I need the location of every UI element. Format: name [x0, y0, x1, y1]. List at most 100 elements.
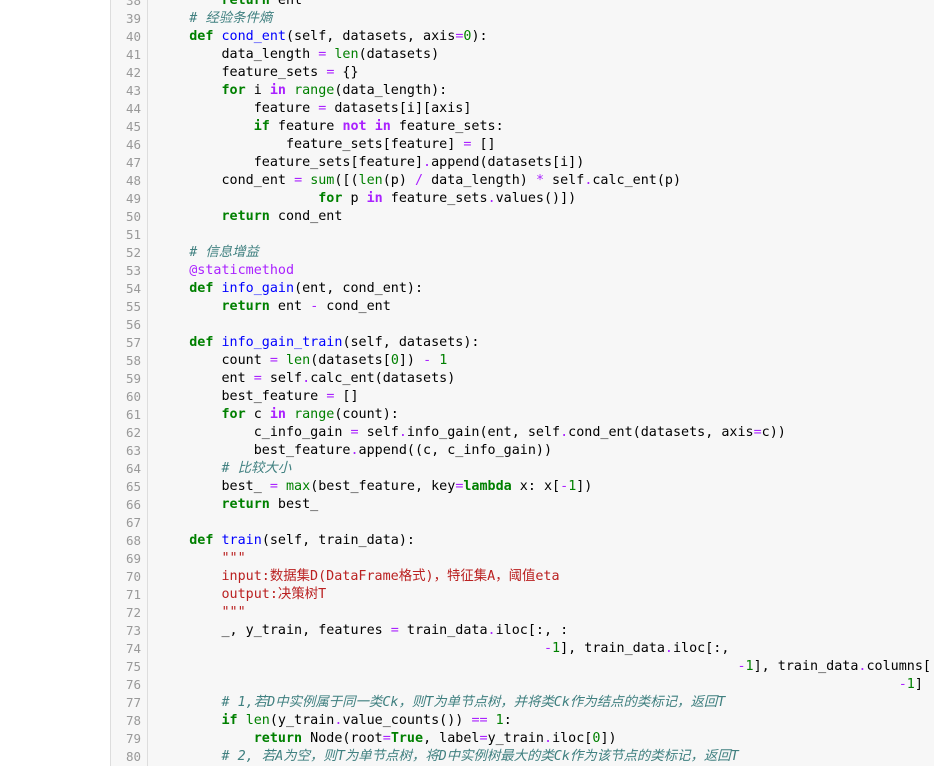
code-token: . [560, 425, 569, 440]
code-text: return cond_ent [157, 208, 343, 226]
code-line[interactable]: 76 -1] [111, 676, 934, 694]
code-line[interactable]: 61 for c in range(count): [111, 406, 934, 424]
code-token: data_length [157, 47, 319, 62]
code-line[interactable]: 40 def cond_ent(self, datasets, axis=0): [111, 28, 934, 46]
code-token: . [544, 731, 553, 746]
line-number: 79 [125, 731, 141, 746]
code-line[interactable]: 46 feature_sets[feature] = [] [111, 136, 934, 154]
code-line[interactable]: 60 best_feature = [] [111, 388, 934, 406]
code-line[interactable]: 52 # 信息增益 [111, 244, 934, 262]
code-line[interactable]: 67 [111, 514, 934, 532]
code-line[interactable]: 54 def info_gain(ent, cond_ent): [111, 280, 934, 298]
notebook-page: 38 return ent 39 # 经验条件熵 40 def cond_ent(s… [0, 0, 934, 766]
code-token: lambda [463, 479, 512, 494]
code-line[interactable]: 47 feature_sets[feature].append(datasets… [111, 154, 934, 172]
code-line[interactable]: 72 """ [111, 604, 934, 622]
code-token: len [245, 713, 270, 728]
code-token: self [358, 425, 399, 440]
code-token: def [189, 335, 214, 350]
code-line[interactable]: 66 return best_ [111, 496, 934, 514]
code-token: not [342, 119, 367, 134]
code-text: output:决策树T [157, 586, 327, 604]
code-line[interactable]: 74 -1], train_data.iloc[:, [111, 640, 934, 658]
code-token: def [189, 533, 214, 548]
code-line[interactable]: 78 if len(y_train.value_counts()) == 1: [111, 712, 934, 730]
code-line[interactable]: 69 """ [111, 550, 934, 568]
code-line[interactable]: 59 ent = self.calc_ent(datasets) [111, 370, 934, 388]
code-line[interactable]: 43 for i in range(data_length): [111, 82, 934, 100]
code-line[interactable]: 44 feature = datasets[i][axis] [111, 100, 934, 118]
code-line[interactable]: 64 # 比较大小 [111, 460, 934, 478]
code-token: # 1,若D中实例属于同一类Ck，则T为单节点树，并将类Ck作为结点的类标记，返… [221, 695, 726, 710]
code-line[interactable]: 73 _, y_train, features = train_data.ilo… [111, 622, 934, 640]
code-line[interactable]: 58 count = len(datasets[0]) - 1 [111, 352, 934, 370]
code-token: y_train [487, 731, 544, 746]
code-token: ): [471, 29, 488, 44]
code-line[interactable]: 38 return ent [111, 0, 934, 10]
code-token: in [269, 83, 286, 98]
code-line[interactable]: 53 @staticmethod [111, 262, 934, 280]
code-line[interactable]: 55 return ent - cond_ent [111, 298, 934, 316]
code-text: -1], train_data.columns[: [157, 658, 934, 676]
code-line[interactable]: 48 cond_ent = sum([(len(p) / data_length… [111, 172, 934, 190]
code-token: 1 [552, 641, 561, 656]
code-line[interactable]: 71 output:决策树T [111, 586, 934, 604]
line-number: 77 [125, 695, 141, 710]
line-number: 48 [125, 173, 141, 188]
code-token: - [898, 677, 907, 692]
code-line[interactable]: 49 for p in feature_sets.values()]) [111, 190, 934, 208]
code-line[interactable]: 51 [111, 226, 934, 244]
code-token: feature [269, 119, 343, 134]
code-line[interactable]: 80 # 2, 若A为空，则T为单节点树，将D中实例树最大的类Ck作为该节点的类… [111, 748, 934, 766]
code-token: feature [157, 101, 319, 116]
code-text: feature_sets[feature] = [] [157, 136, 496, 154]
code-text: _, y_train, features = train_data.iloc[:… [157, 622, 568, 640]
line-number: 47 [125, 155, 141, 170]
code-line[interactable]: 39 # 经验条件熵 [111, 10, 934, 28]
code-text: return Node(root=True, label=y_train.ilo… [157, 730, 617, 748]
code-token: values()]) [495, 191, 577, 206]
code-token: - [423, 353, 432, 368]
code-line[interactable]: 75 -1], train_data.columns[: [111, 658, 934, 676]
code-line[interactable]: 45 if feature not in feature_sets: [111, 118, 934, 136]
code-line[interactable]: 50 return cond_ent [111, 208, 934, 226]
code-line[interactable]: 56 [111, 316, 934, 334]
code-line[interactable]: 70 input:数据集D(DataFrame格式)，特征集A，阈值eta [111, 568, 934, 586]
code-line[interactable]: 41 data_length = len(datasets) [111, 46, 934, 64]
page-left-margin [0, 0, 110, 766]
code-line[interactable]: 57 def info_gain_train(self, datasets): [111, 334, 934, 352]
code-text: feature = datasets[i][axis] [157, 100, 472, 118]
code-token: ], train_data [560, 641, 665, 656]
line-number: 40 [125, 29, 141, 44]
line-number: 43 [125, 83, 141, 98]
code-token: train [221, 533, 262, 548]
code-token: : [503, 713, 512, 728]
code-token: ent [269, 0, 303, 8]
code-line[interactable]: 42 feature_sets = {} [111, 64, 934, 82]
code-editor[interactable]: 38 return ent 39 # 经验条件熵 40 def cond_ent(s… [110, 0, 934, 766]
code-line[interactable]: 63 best_feature.append((c, c_info_gain)) [111, 442, 934, 460]
line-number: 60 [125, 389, 141, 404]
code-token: cond_ent [221, 29, 287, 44]
code-token: info_gain_train [221, 335, 343, 350]
code-line[interactable]: 77 # 1,若D中实例属于同一类Ck，则T为单节点树，并将类Ck作为结点的类标… [111, 694, 934, 712]
code-text: # 1,若D中实例属于同一类Ck，则T为单节点树，并将类Ck作为结点的类标记，返… [157, 694, 726, 712]
code-token: iloc[ [552, 731, 593, 746]
code-line[interactable]: 68 def train(self, train_data): [111, 532, 934, 550]
code-token: return [221, 0, 270, 8]
code-token: ]) [600, 731, 617, 746]
code-line[interactable]: 65 best_ = max(best_feature, key=lambda … [111, 478, 934, 496]
line-number: 76 [125, 677, 141, 692]
code-token: cond_ent [157, 173, 295, 188]
code-line[interactable]: 62 c_info_gain = self.info_gain(ent, sel… [111, 424, 934, 442]
code-line[interactable]: 79 return Node(root=True, label=y_train.… [111, 730, 934, 748]
